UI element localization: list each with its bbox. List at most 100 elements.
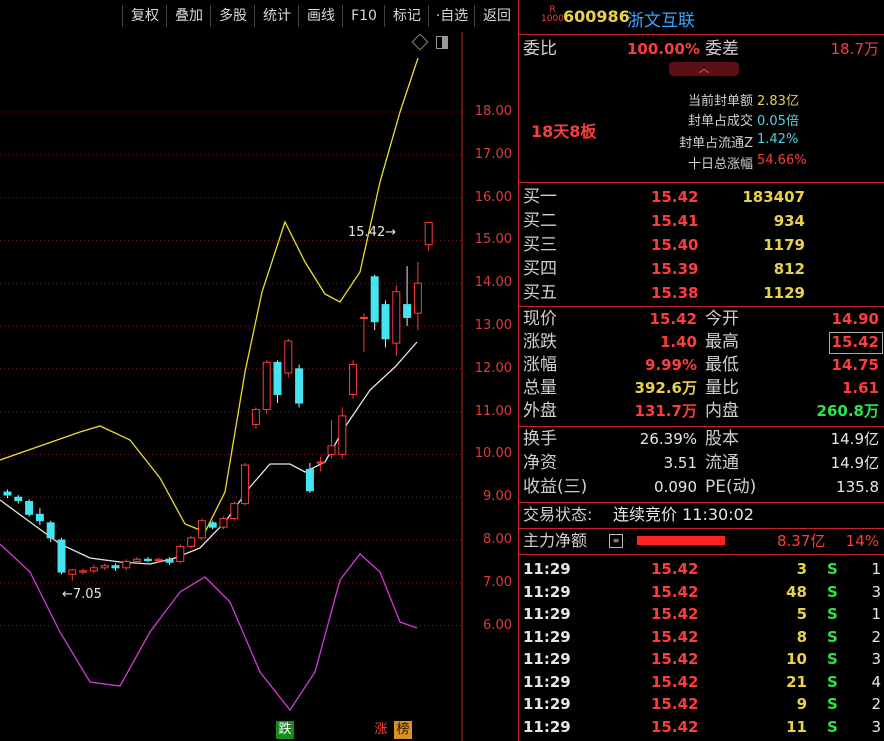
- high-price-box: [829, 332, 883, 354]
- tick-side: S: [827, 605, 838, 623]
- toolbar-multi-stock-button[interactable]: 多股: [210, 5, 255, 27]
- candle-body[interactable]: [273, 361, 282, 395]
- r-badge: R 1000: [541, 5, 564, 24]
- candle-body[interactable]: [392, 291, 401, 344]
- candle-body[interactable]: [338, 415, 347, 455]
- chart-toolbar: 复权 叠加 多股 统计 画线 F10 标记 ·自选 返回: [0, 0, 518, 32]
- tick-volume: 48: [786, 582, 807, 601]
- candle-body[interactable]: [262, 361, 271, 410]
- candle-body[interactable]: [25, 500, 34, 515]
- seal-label: 十日总涨幅: [687, 157, 753, 172]
- tick-row: 11:29 15.42 21 S 4: [519, 671, 884, 693]
- candle-body[interactable]: [251, 408, 260, 425]
- list-icon[interactable]: ≡: [609, 534, 623, 548]
- candle-body[interactable]: [100, 565, 109, 569]
- toolbar-watchlist-button[interactable]: ·自选: [428, 5, 475, 27]
- toolbar-f10-button[interactable]: F10: [342, 5, 385, 27]
- candle-body[interactable]: [219, 518, 228, 528]
- bid-row[interactable]: 买五 15.38 1129: [519, 282, 884, 304]
- chart-panel-toggle-icon[interactable]: [436, 36, 448, 49]
- candle-body[interactable]: [89, 567, 98, 572]
- toolbar-back-button[interactable]: 返回: [474, 5, 519, 27]
- toolbar-fuquan-button[interactable]: 复权: [122, 5, 167, 27]
- candle-body[interactable]: [370, 276, 379, 323]
- tick-price: 15.42: [651, 650, 699, 668]
- rank-marker[interactable]: 榜: [394, 721, 412, 739]
- kline-chart-area[interactable]: 18.00 17.00 16.00 15.00 14.00 13.00 12.00 11.00…: [0, 32, 518, 741]
- candle-body[interactable]: [284, 340, 293, 374]
- bid-row[interactable]: 买四 15.39 812: [519, 258, 884, 280]
- tick-price: 15.42: [651, 582, 699, 601]
- candle-body[interactable]: [154, 558, 163, 562]
- candle-body[interactable]: [35, 513, 44, 522]
- tick-time: 11:29: [523, 695, 571, 713]
- candle-body[interactable]: [79, 570, 88, 573]
- candle-body[interactable]: [413, 282, 422, 314]
- tick-price: 15.42: [651, 605, 699, 623]
- fund-value: 14.9亿: [830, 430, 879, 448]
- tick-row: 11:29 15.42 5 S 1: [519, 603, 884, 625]
- price-tick-label: 9.00: [483, 489, 512, 505]
- main-flow-row: 主力净额 ≡ 8.37亿 14%: [519, 530, 884, 552]
- toolbar-mark-button[interactable]: 标记: [384, 5, 429, 27]
- candle-body[interactable]: [143, 558, 152, 562]
- tick-row: 11:29 15.42 48 S 3: [519, 581, 884, 603]
- candle-body[interactable]: [122, 560, 131, 569]
- candle-body[interactable]: [111, 565, 120, 569]
- candle-body[interactable]: [176, 545, 185, 562]
- quote-label: 涨跌: [523, 332, 557, 352]
- toolbar-draw-button[interactable]: 画线: [298, 5, 343, 27]
- candle-body[interactable]: [241, 464, 250, 505]
- price-tick-label: 11.00: [474, 403, 512, 419]
- main-flow-label: 主力净额: [523, 531, 588, 550]
- fund-row: 净资 3.51 流通 14.9亿: [519, 452, 884, 474]
- trade-status-row: 交易状态: 连续竞价 11:30:02: [519, 504, 884, 526]
- candle-body[interactable]: [197, 520, 206, 539]
- tick-count: 1: [871, 605, 881, 623]
- bid-volume: 934: [773, 212, 805, 230]
- price-tick-label: 7.00: [483, 574, 512, 590]
- candle-body[interactable]: [349, 364, 358, 395]
- weibi-row: 委比 100.00% 委差 18.7万: [519, 38, 884, 60]
- bid-row[interactable]: 买三 15.40 1179: [519, 234, 884, 256]
- limit-up-streak: 18天8板: [531, 122, 597, 141]
- candle-body[interactable]: [57, 539, 66, 573]
- kline-chart-svg[interactable]: [0, 32, 518, 741]
- price-tick-label: 14.00: [474, 275, 512, 291]
- collapse-chevron-icon[interactable]: ︿: [669, 62, 739, 76]
- candle-body[interactable]: [305, 468, 314, 492]
- candle-body[interactable]: [187, 537, 196, 547]
- candle-body[interactable]: [208, 522, 217, 528]
- up-marker[interactable]: 涨: [372, 721, 390, 739]
- candle-body[interactable]: [14, 496, 23, 502]
- candle-body[interactable]: [295, 368, 304, 404]
- candle-body[interactable]: [68, 569, 77, 575]
- fund-value: 0.090: [654, 478, 697, 496]
- candle-body[interactable]: [381, 304, 390, 340]
- quote-label: 涨幅: [523, 355, 557, 375]
- candle-body[interactable]: [133, 558, 142, 562]
- candle-body[interactable]: [3, 491, 12, 496]
- down-marker[interactable]: 跌: [276, 721, 294, 739]
- tick-volume: 3: [796, 560, 807, 578]
- candle-body[interactable]: [165, 558, 174, 563]
- bid-row[interactable]: 买二 15.41 934: [519, 210, 884, 232]
- toolbar-stats-button[interactable]: 统计: [254, 5, 299, 27]
- divider: [519, 182, 884, 183]
- bid-row[interactable]: 买一 15.42 183407: [519, 186, 884, 208]
- candle-body[interactable]: [46, 522, 55, 539]
- price-tick-label: 16.00: [474, 189, 512, 205]
- candle-body[interactable]: [424, 221, 433, 246]
- tick-count: 2: [871, 695, 881, 713]
- high-price-label: 15.42→: [348, 225, 397, 240]
- candle-body[interactable]: [359, 316, 368, 319]
- seal-value: 54.66%: [757, 153, 807, 168]
- weicha-label: 委差: [705, 39, 739, 59]
- candle-body[interactable]: [327, 445, 336, 455]
- stock-name[interactable]: 浙文互联: [627, 6, 695, 31]
- candle-body[interactable]: [403, 304, 412, 318]
- candle-body[interactable]: [316, 461, 325, 464]
- quote-value: 15.42: [649, 310, 697, 328]
- candle-body[interactable]: [230, 503, 239, 520]
- toolbar-overlay-button[interactable]: 叠加: [166, 5, 211, 27]
